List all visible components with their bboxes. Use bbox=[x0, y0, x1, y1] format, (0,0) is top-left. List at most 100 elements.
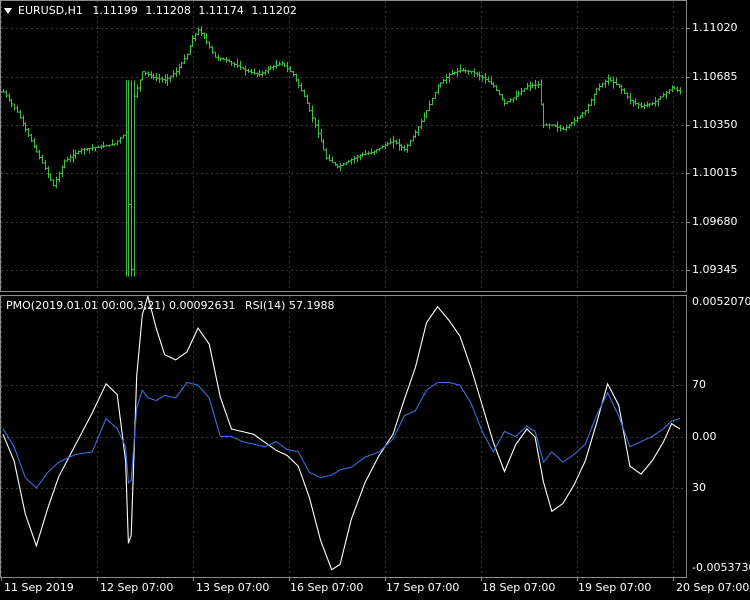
price-bar bbox=[547, 123, 552, 129]
price-bar bbox=[402, 144, 407, 152]
price-bar bbox=[597, 83, 602, 92]
price-bar bbox=[124, 80, 129, 277]
triangle-down-icon[interactable] bbox=[4, 8, 12, 14]
price-bar bbox=[246, 68, 251, 73]
price-bar bbox=[321, 139, 326, 151]
price-bar bbox=[129, 80, 134, 277]
indicator-tick-label: 30 bbox=[692, 480, 706, 494]
price-bar bbox=[310, 105, 315, 123]
price-bar bbox=[333, 162, 338, 166]
price-bar bbox=[603, 79, 608, 88]
price-bar bbox=[213, 51, 218, 58]
time-tick-label: 18 Sep 07:00 bbox=[482, 581, 556, 594]
indicator-tick-label: 70 bbox=[692, 378, 706, 392]
price-bar bbox=[541, 102, 546, 128]
price-bar bbox=[79, 148, 84, 154]
open-value: 1.11199 bbox=[92, 4, 138, 17]
price-bar bbox=[68, 154, 73, 163]
price-bar bbox=[397, 138, 402, 151]
price-tick-label: 1.09680 bbox=[692, 214, 738, 228]
indicator-lines bbox=[2, 294, 681, 571]
price-bar bbox=[411, 135, 416, 142]
price-bar bbox=[252, 68, 257, 75]
price-bar bbox=[419, 118, 424, 130]
pmo-line bbox=[2, 294, 681, 571]
price-bar bbox=[355, 154, 360, 163]
price-tick-label: 1.10350 bbox=[692, 118, 738, 132]
price-bar bbox=[528, 81, 533, 92]
price-bar bbox=[572, 117, 577, 127]
chart-frames bbox=[0, 0, 690, 581]
price-bar bbox=[235, 58, 240, 69]
price-bar bbox=[508, 98, 513, 103]
price-bar bbox=[352, 155, 357, 164]
price-bar bbox=[199, 26, 204, 36]
price-bar bbox=[135, 84, 140, 98]
price-bar bbox=[51, 179, 56, 187]
price-bar bbox=[71, 149, 76, 163]
price-bar bbox=[177, 63, 182, 75]
indicator-grid bbox=[1, 296, 686, 577]
price-bar bbox=[319, 128, 324, 143]
price-bar bbox=[653, 97, 658, 107]
price-bar bbox=[282, 62, 287, 68]
price-bar bbox=[163, 74, 168, 84]
price-bar bbox=[85, 147, 90, 151]
price-bar bbox=[255, 72, 260, 78]
high-value: 1.11208 bbox=[145, 4, 191, 17]
price-bar bbox=[466, 69, 471, 75]
price-bar bbox=[491, 81, 496, 88]
price-tick-label: 1.10015 bbox=[692, 166, 738, 180]
price-bar bbox=[416, 126, 421, 136]
price-bar bbox=[455, 68, 460, 77]
price-bar bbox=[140, 71, 145, 81]
price-bar bbox=[330, 156, 335, 164]
price-bar bbox=[422, 112, 427, 122]
price-bar bbox=[575, 116, 580, 123]
price-bar bbox=[555, 121, 560, 133]
price-tick-label: 1.11020 bbox=[692, 21, 738, 35]
price-bar bbox=[658, 95, 663, 100]
price-bar bbox=[249, 68, 254, 75]
price-bar bbox=[413, 129, 418, 139]
price-bar bbox=[675, 86, 680, 92]
price-bar bbox=[642, 103, 647, 110]
price-bar bbox=[260, 70, 265, 77]
symbol-label: EURUSD,H1 bbox=[18, 4, 83, 17]
price-bar bbox=[204, 33, 209, 45]
price-bar bbox=[23, 122, 28, 133]
price-bar bbox=[37, 149, 42, 160]
indicator-header: PMO(2019.01.01 00:00,3,21) 0.00092631 RS… bbox=[6, 299, 334, 312]
price-bar bbox=[274, 59, 279, 69]
price-bar bbox=[628, 92, 633, 105]
price-bar bbox=[592, 93, 597, 106]
price-bar bbox=[151, 73, 156, 80]
close-value: 1.11202 bbox=[251, 4, 297, 17]
price-bar bbox=[4, 90, 9, 98]
price-bar bbox=[21, 115, 26, 127]
price-bar bbox=[126, 80, 131, 277]
price-bar bbox=[12, 103, 17, 111]
price-bar bbox=[619, 84, 624, 94]
indicator-tick-label: 0.00 bbox=[692, 429, 717, 443]
price-bar bbox=[383, 143, 388, 150]
price-bar bbox=[313, 117, 318, 128]
indicator-pane-frame bbox=[0, 295, 687, 578]
price-bar bbox=[299, 82, 304, 92]
price-bar bbox=[458, 64, 463, 73]
price-bar bbox=[101, 141, 106, 148]
price-bar bbox=[606, 74, 611, 86]
time-tick-label: 20 Sep 07:00 bbox=[676, 581, 750, 594]
price-bar bbox=[285, 62, 290, 73]
price-bar bbox=[441, 78, 446, 84]
price-bar bbox=[202, 32, 207, 40]
time-tick-label: 16 Sep 07:00 bbox=[290, 581, 364, 594]
rsi-readout: RSI(14) 57.1988 bbox=[245, 299, 335, 312]
price-bar bbox=[656, 98, 661, 107]
time-tick-label: 12 Sep 07:00 bbox=[100, 581, 174, 594]
pmo-readout: PMO(2019.01.01 00:00,3,21) 0.00092631 bbox=[6, 299, 236, 312]
price-bar bbox=[238, 60, 243, 71]
price-bar bbox=[266, 66, 271, 74]
price-bar bbox=[305, 94, 310, 104]
price-bar bbox=[430, 97, 435, 106]
